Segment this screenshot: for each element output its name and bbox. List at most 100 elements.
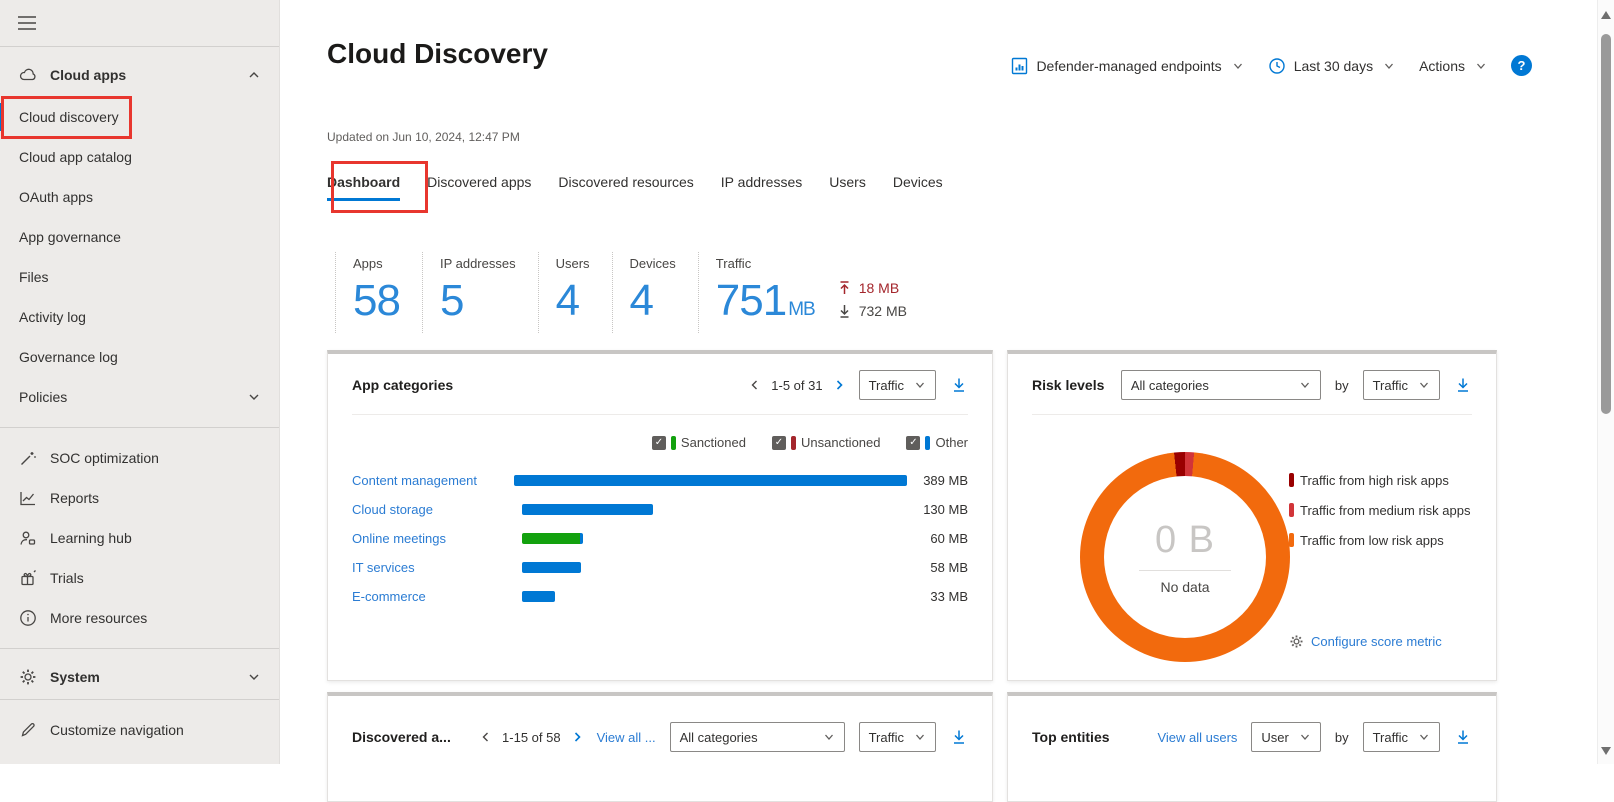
category-filter-dropdown[interactable]: All categories bbox=[1120, 370, 1321, 400]
legend-item-sanctioned[interactable]: ✓ Sanctioned bbox=[651, 435, 746, 450]
panel-title: Top entities bbox=[1032, 729, 1110, 745]
help-button[interactable]: ? bbox=[1511, 55, 1532, 76]
stat-unit: MB bbox=[788, 299, 815, 320]
legend-item-low-risk: Traffic from low risk apps bbox=[1289, 526, 1474, 556]
sidebar-item-policies[interactable]: Policies bbox=[0, 377, 279, 417]
category-link[interactable]: Online meetings bbox=[352, 531, 522, 546]
bar-value: 130 MB bbox=[923, 502, 968, 517]
stat-traffic[interactable]: Traffic 751 MB 18 MB 732 MB bbox=[697, 252, 929, 334]
pagination-label: 1-5 of 31 bbox=[771, 377, 823, 393]
download-arrow-icon bbox=[840, 305, 849, 319]
chevron-down-icon bbox=[1420, 734, 1428, 740]
category-link[interactable]: E-commerce bbox=[352, 589, 522, 604]
sidebar-item-oauth-apps[interactable]: OAuth apps bbox=[0, 177, 279, 217]
sidebar-item-more-resources[interactable]: More resources bbox=[0, 598, 279, 638]
person-icon bbox=[18, 528, 38, 548]
scroll-up-button[interactable] bbox=[1601, 11, 1611, 19]
download-button[interactable] bbox=[1454, 728, 1472, 746]
sidebar: Cloud apps Cloud discovery Cloud app cat… bbox=[0, 0, 280, 764]
metric-dropdown[interactable]: Traffic bbox=[1362, 722, 1440, 752]
checkbox-checked-icon: ✓ bbox=[906, 435, 921, 450]
checkbox-checked-icon: ✓ bbox=[771, 435, 786, 450]
tab-bar: Dashboard Discovered apps Discovered res… bbox=[327, 174, 943, 201]
sidebar-item-cloud-discovery[interactable]: Cloud discovery bbox=[0, 97, 279, 137]
sidebar-item-trials[interactable]: Trials bbox=[0, 558, 279, 598]
sidebar-item-label: Customize navigation bbox=[50, 722, 184, 738]
sidebar-item-app-governance[interactable]: App governance bbox=[0, 217, 279, 257]
report-icon bbox=[1012, 57, 1028, 74]
metric-dropdown[interactable]: Traffic bbox=[858, 370, 936, 400]
tab-ip-addresses[interactable]: IP addresses bbox=[721, 174, 802, 198]
tab-users[interactable]: Users bbox=[829, 174, 866, 198]
legend-item-unsanctioned[interactable]: ✓ Unsanctioned bbox=[771, 435, 881, 450]
time-range-selector[interactable]: Last 30 days bbox=[1268, 57, 1395, 75]
sidebar-item-label: Policies bbox=[19, 389, 68, 405]
download-button[interactable] bbox=[950, 376, 968, 394]
sidebar-item-cloud-app-catalog[interactable]: Cloud app catalog bbox=[0, 137, 279, 177]
metric-dropdown[interactable]: Traffic bbox=[858, 722, 936, 752]
next-page-button[interactable] bbox=[833, 379, 845, 391]
chevron-down-icon bbox=[916, 382, 924, 388]
sidebar-item-learning-hub[interactable]: Learning hub bbox=[0, 518, 279, 558]
panel-title: Discovered a... bbox=[352, 729, 451, 745]
sidebar-item-files[interactable]: Files bbox=[0, 257, 279, 297]
download-button[interactable] bbox=[950, 728, 968, 746]
download-value: 732 MB bbox=[858, 303, 907, 320]
prev-page-button[interactable] bbox=[480, 731, 492, 743]
tab-devices[interactable]: Devices bbox=[893, 174, 943, 198]
sidebar-item-reports[interactable]: Reports bbox=[0, 478, 279, 518]
line-chart-icon bbox=[18, 488, 38, 508]
category-filter-dropdown[interactable]: All categories bbox=[669, 722, 845, 752]
report-stream-selector[interactable]: Defender-managed endpoints bbox=[1011, 57, 1243, 75]
sidebar-item-label: Cloud app catalog bbox=[19, 149, 132, 165]
download-button[interactable] bbox=[1454, 376, 1472, 394]
entity-dropdown[interactable]: User bbox=[1251, 722, 1321, 752]
tab-discovered-apps[interactable]: Discovered apps bbox=[427, 174, 531, 198]
chevron-down-icon bbox=[1420, 382, 1428, 388]
legend-item-medium-risk: Traffic from medium risk apps bbox=[1289, 496, 1474, 526]
legend-label: Unsanctioned bbox=[800, 435, 881, 450]
vertical-scrollbar[interactable] bbox=[1597, 0, 1614, 764]
hamburger-menu-button[interactable] bbox=[0, 0, 279, 46]
legend-item-other[interactable]: ✓ Other bbox=[906, 435, 968, 450]
sidebar-section-label: System bbox=[50, 669, 100, 685]
stat-users[interactable]: Users 4 bbox=[537, 252, 612, 334]
cloud-icon bbox=[18, 65, 38, 85]
stat-devices[interactable]: Devices 4 bbox=[611, 252, 698, 334]
download-icon bbox=[954, 730, 964, 744]
bar bbox=[514, 475, 908, 486]
time-range-label: Last 30 days bbox=[1293, 57, 1374, 74]
sidebar-item-activity-log[interactable]: Activity log bbox=[0, 297, 279, 337]
chevron-down-icon bbox=[1300, 382, 1309, 388]
metric-dropdown[interactable]: Traffic bbox=[1362, 370, 1440, 400]
panel-title: Risk levels bbox=[1032, 377, 1105, 393]
sidebar-section-cloud-apps[interactable]: Cloud apps bbox=[0, 53, 279, 97]
sidebar-section-system[interactable]: System bbox=[0, 655, 279, 699]
next-page-button[interactable] bbox=[571, 731, 583, 743]
prev-page-button[interactable] bbox=[749, 379, 761, 391]
view-all-link[interactable]: View all ... bbox=[597, 730, 656, 745]
donut-center-label: No data bbox=[1160, 579, 1210, 595]
sidebar-item-label: App governance bbox=[19, 229, 121, 245]
stat-ip-addresses[interactable]: IP addresses 5 bbox=[421, 252, 538, 334]
category-link[interactable]: Content management bbox=[352, 473, 514, 488]
configure-link-label: Configure score metric bbox=[1311, 634, 1442, 649]
configure-score-metric-link[interactable]: Configure score metric bbox=[1289, 634, 1442, 649]
category-link[interactable]: Cloud storage bbox=[352, 502, 522, 517]
category-link[interactable]: IT services bbox=[352, 560, 522, 575]
scroll-down-button[interactable] bbox=[1601, 747, 1611, 755]
scrollbar-thumb[interactable] bbox=[1601, 34, 1611, 414]
sidebar-section-label: Cloud apps bbox=[50, 67, 127, 83]
by-label: by bbox=[1334, 729, 1349, 745]
chevron-down-icon bbox=[249, 394, 259, 400]
tab-dashboard[interactable]: Dashboard bbox=[327, 174, 401, 201]
view-all-users-link[interactable]: View all users bbox=[1157, 730, 1237, 745]
tab-discovered-resources[interactable]: Discovered resources bbox=[558, 174, 693, 198]
stat-apps[interactable]: Apps 58 bbox=[335, 252, 422, 334]
sidebar-item-soc-optimization[interactable]: SOC optimization bbox=[0, 438, 279, 478]
sidebar-item-customize-navigation[interactable]: Customize navigation bbox=[0, 710, 279, 750]
last-updated-text: Updated on Jun 10, 2024, 12:47 PM bbox=[327, 130, 520, 144]
bar-row: E-commerce 33 MB bbox=[328, 582, 992, 611]
sidebar-item-governance-log[interactable]: Governance log bbox=[0, 337, 279, 377]
actions-menu-button[interactable]: Actions bbox=[1419, 58, 1487, 74]
